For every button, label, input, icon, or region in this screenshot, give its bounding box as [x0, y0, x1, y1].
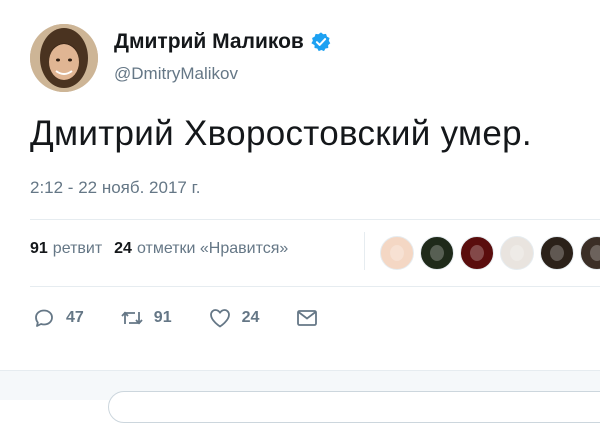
liker-avatar[interactable] [420, 236, 454, 270]
reply-count: 47 [66, 309, 84, 326]
reply-button[interactable]: 47 [32, 306, 84, 330]
author-avatar[interactable] [30, 24, 98, 92]
user-avatar-icon [30, 24, 98, 92]
retweets-stat[interactable]: 91 ретвит [30, 240, 102, 258]
retweets-label: ретвит [52, 240, 103, 257]
liker-avatar[interactable] [380, 236, 414, 270]
retweet-icon [121, 311, 143, 325]
liker-avatar[interactable] [460, 236, 494, 270]
stats-separator [364, 232, 365, 270]
heart-icon [209, 309, 230, 328]
envelope-icon [297, 310, 318, 326]
liker-avatar-icon [590, 245, 600, 261]
liker-avatar-icon [470, 245, 484, 261]
likes-label: отметки «Нравится» [136, 240, 289, 257]
liker-avatar[interactable] [580, 236, 600, 270]
reply-icon [35, 309, 53, 327]
divider [30, 219, 600, 220]
retweets-count: 91 [30, 240, 48, 257]
liker-avatar-icon [510, 245, 524, 261]
reply-bar [0, 370, 600, 423]
author-name[interactable]: Дмитрий Маликов [114, 30, 304, 54]
likes-count: 24 [114, 240, 132, 257]
tweet-actions: 47 91 24 [32, 306, 365, 330]
tweet-stats: 91 ретвит 24 отметки «Нравится» [30, 240, 300, 258]
retweet-count: 91 [153, 309, 172, 326]
retweet-button[interactable]: 91 [120, 306, 172, 330]
divider [30, 286, 600, 287]
like-button[interactable]: 24 [208, 306, 260, 330]
likers-avatars [380, 236, 600, 270]
tweet-timestamp[interactable]: 2:12 - 22 нояб. 2017 г. [30, 178, 200, 198]
author-handle[interactable]: @DmitryMalikov [114, 64, 238, 84]
liker-avatar-icon [430, 245, 444, 261]
tweet-text: Дмитрий Хворостовский умер. [30, 114, 532, 153]
like-count: 24 [241, 309, 260, 326]
direct-message-button[interactable] [295, 306, 329, 330]
author-name-row[interactable]: Дмитрий Маликов [114, 30, 332, 54]
reply-input[interactable] [108, 391, 600, 423]
liker-avatar-icon [550, 245, 564, 261]
liker-avatar-icon [390, 245, 404, 261]
verified-badge-icon [311, 32, 331, 52]
likes-stat[interactable]: 24 отметки «Нравится» [114, 240, 288, 258]
liker-avatar[interactable] [540, 236, 574, 270]
liker-avatar[interactable] [500, 236, 534, 270]
